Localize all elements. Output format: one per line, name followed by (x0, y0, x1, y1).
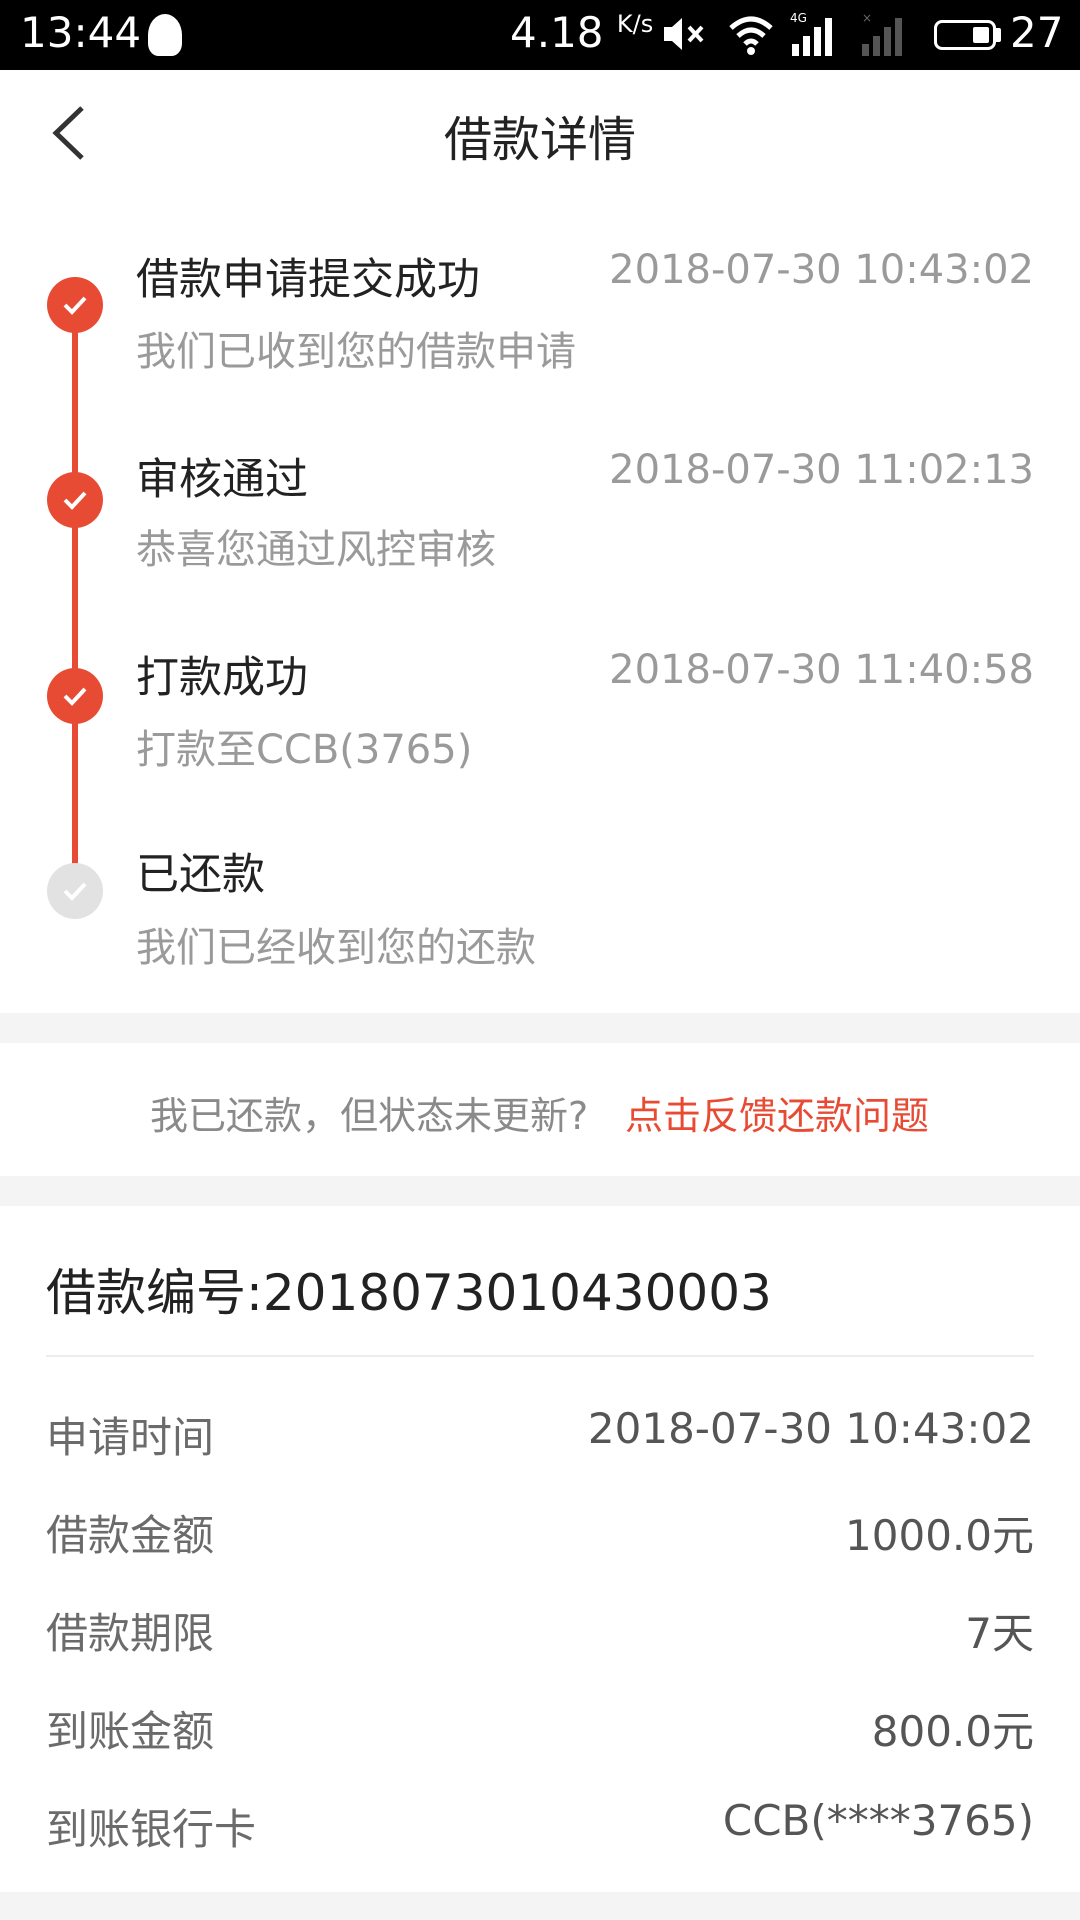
timeline-connector (72, 305, 78, 889)
step-subtitle: 我们已经收到您的还款 (136, 925, 536, 971)
battery-icon (934, 20, 996, 50)
detail-value: 800.0元 (871, 1707, 1034, 1756)
wifi-icon (729, 16, 773, 55)
mute-icon (664, 18, 704, 50)
loan-progress-timeline: 借款申请提交成功 2018-07-30 10:43:02 我们已收到您的借款申请… (0, 195, 1080, 1013)
detail-value: 2018-07-30 10:43:02 (587, 1404, 1034, 1453)
detail-label: 申请时间 (46, 1413, 215, 1462)
step-subtitle: 恭喜您通过风控审核 (136, 527, 496, 573)
network-speed: 4.18 K/s (510, 8, 653, 57)
loan-details-card: 借款编号:2018073010430003 申请时间 2018-07-30 10… (0, 1206, 1080, 1892)
step-time: 2018-07-30 11:02:13 (609, 447, 1034, 493)
network-speed-unit: K/s (616, 10, 654, 38)
app-header: 借款详情 (0, 70, 1080, 195)
detail-label: 借款期限 (46, 1609, 215, 1658)
status-time: 13:44 (20, 8, 142, 57)
feedback-link[interactable]: 点击反馈还款问题 (625, 1085, 929, 1140)
battery-cap (996, 28, 1001, 42)
battery-level: 27 (1010, 8, 1064, 57)
step-title: 借款申请提交成功 (136, 255, 480, 305)
detail-value: 7天 (965, 1609, 1034, 1658)
detail-value: CCB(****3765) (722, 1796, 1034, 1845)
detail-label: 到账金额 (46, 1707, 215, 1756)
signal-secondary-icon: × (862, 11, 902, 56)
step-title: 审核通过 (136, 455, 308, 505)
feedback-prompt: 我已还款，但状态未更新? (150, 1094, 589, 1138)
divider (46, 1355, 1034, 1357)
repayment-feedback-bar: 我已还款，但状态未更新? 点击反馈还款问题 (0, 1043, 1080, 1176)
check-circle-icon (47, 668, 103, 724)
page-title: 借款详情 (443, 112, 636, 168)
check-circle-icon (47, 472, 103, 528)
loan-number: 借款编号:2018073010430003 (46, 1264, 772, 1322)
svg-text:×: × (862, 11, 872, 25)
qq-icon (148, 14, 182, 56)
step-subtitle: 我们已收到您的借款申请 (136, 329, 576, 375)
step-time: 2018-07-30 10:43:02 (609, 247, 1034, 293)
network-speed-value: 4.18 (510, 8, 604, 57)
step-subtitle: 打款至CCB(3765) (136, 727, 473, 773)
step-title: 打款成功 (136, 653, 308, 703)
step-title: 已还款 (136, 850, 265, 900)
detail-label: 借款金额 (46, 1511, 215, 1560)
step-time: 2018-07-30 11:40:58 (609, 647, 1034, 693)
check-circle-icon (47, 863, 103, 919)
detail-label: 到账银行卡 (46, 1805, 257, 1854)
check-circle-icon (47, 277, 103, 333)
status-bar: 13:44 4.18 K/s 4G × 27 (0, 0, 1080, 70)
detail-value: 1000.0元 (845, 1511, 1034, 1560)
signal-icon: 4G (790, 11, 832, 56)
network-type-label: 4G (790, 11, 807, 25)
